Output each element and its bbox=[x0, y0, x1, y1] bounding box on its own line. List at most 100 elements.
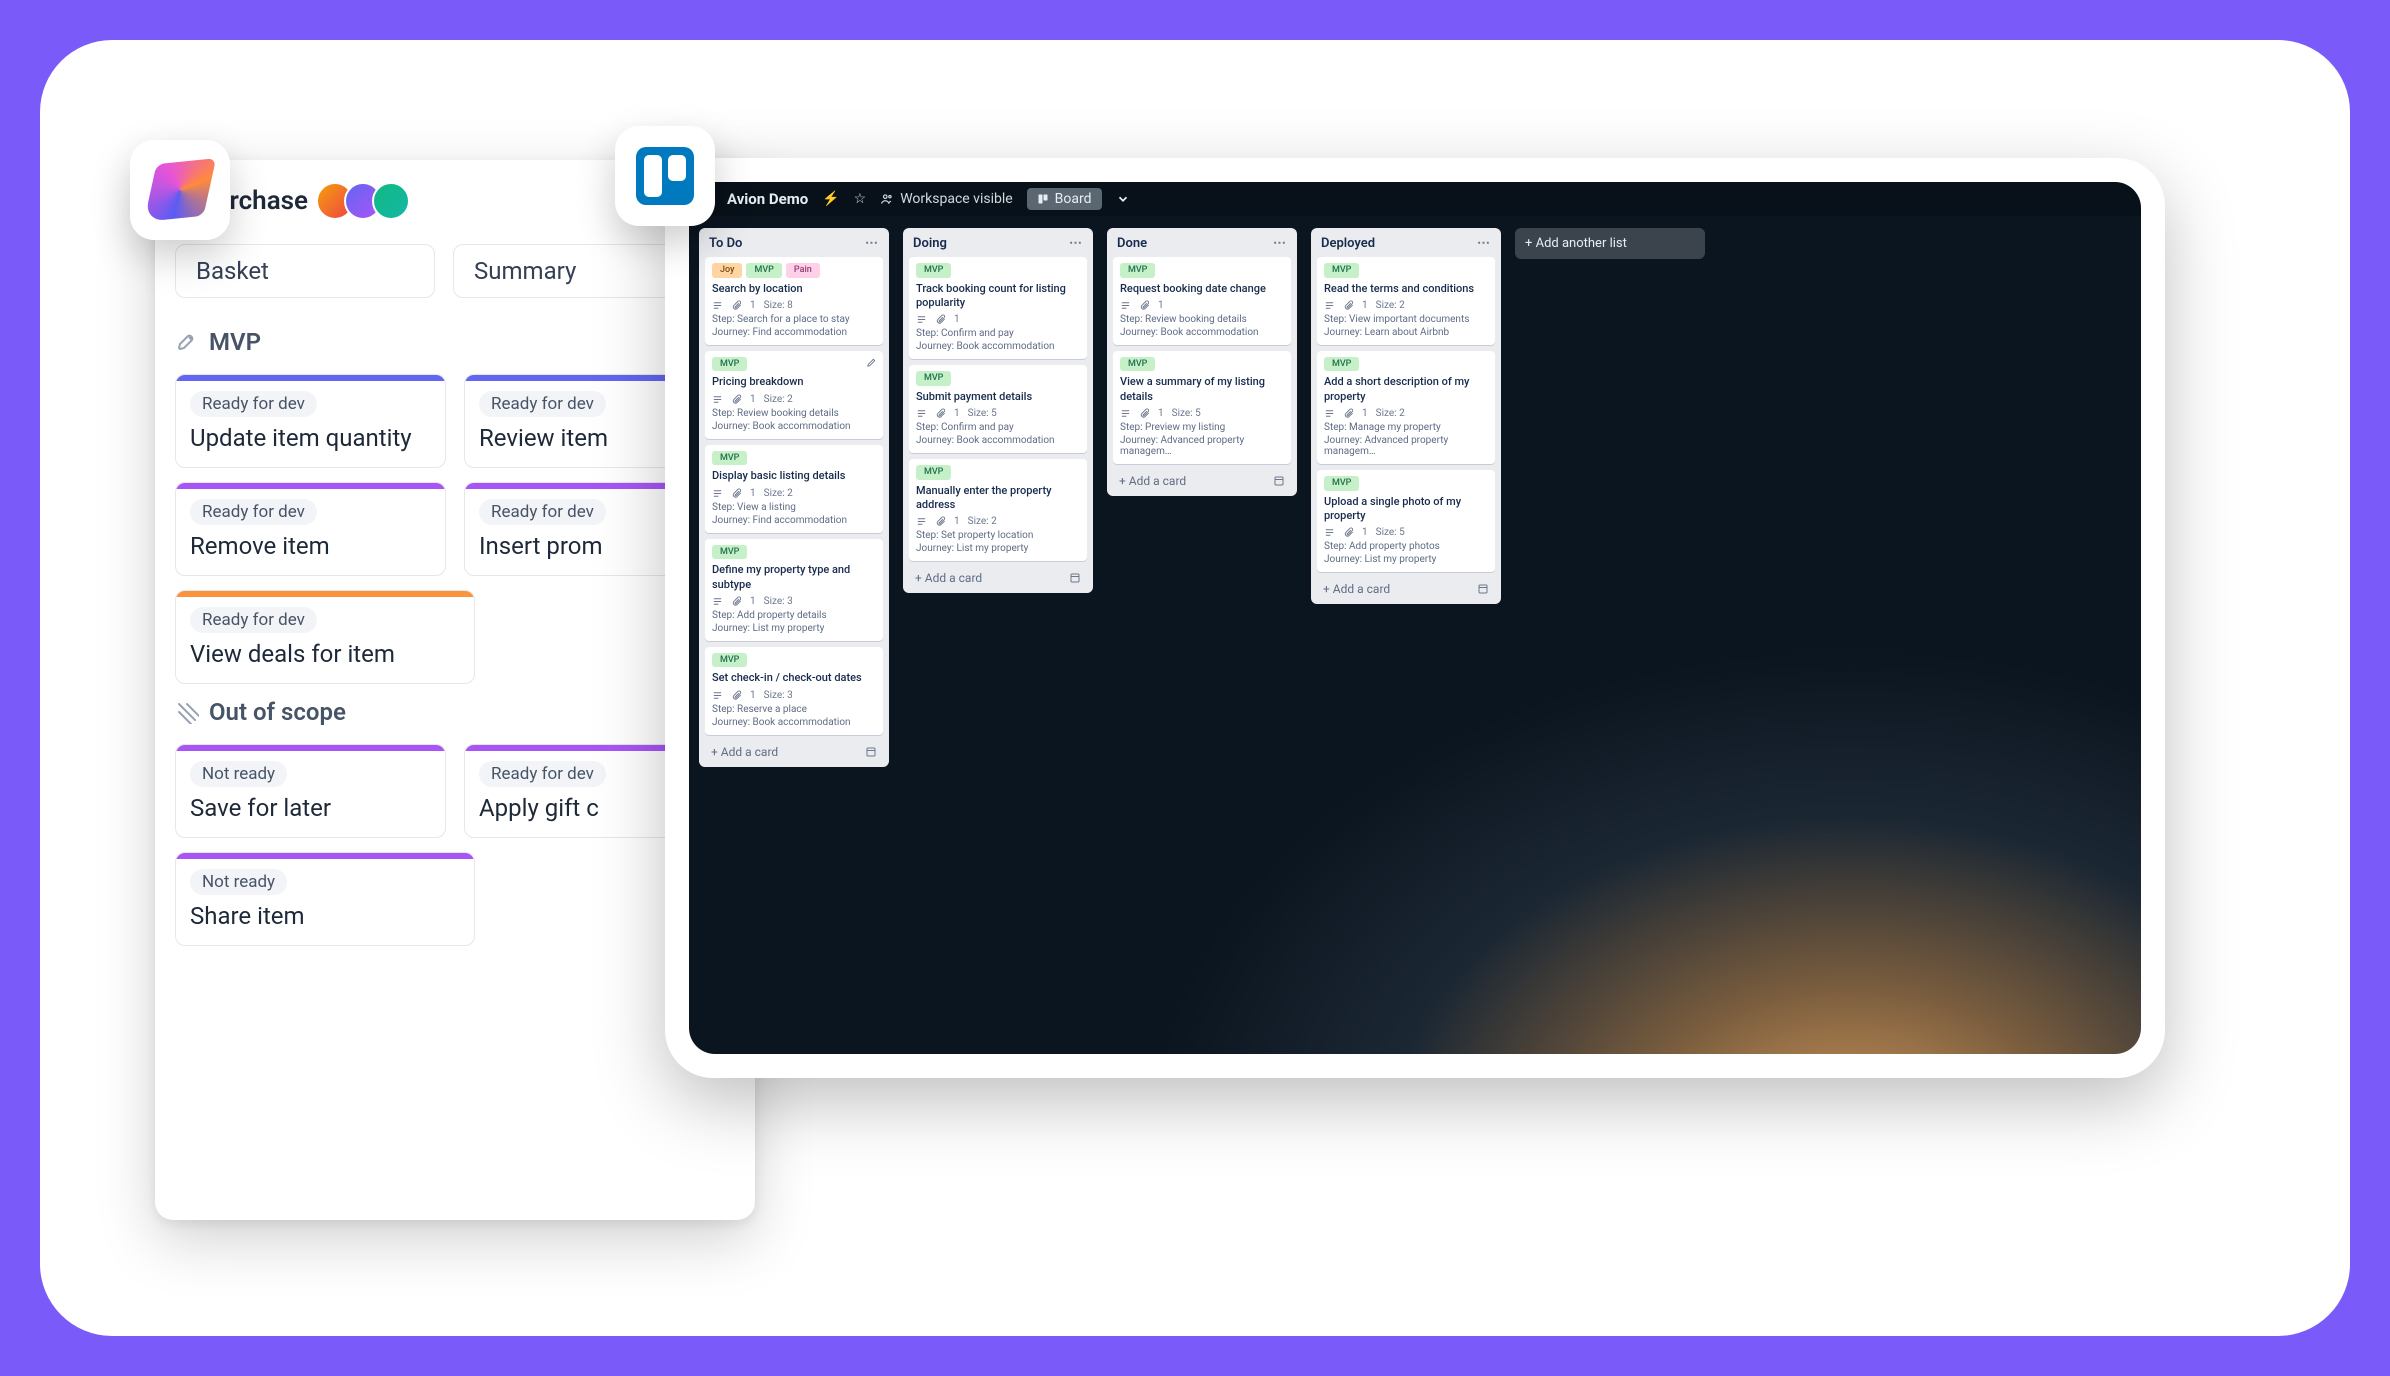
card-label[interactable]: MVP bbox=[1120, 263, 1155, 278]
card-label[interactable]: MVP bbox=[916, 465, 951, 480]
attachment-count: 1 bbox=[954, 314, 960, 325]
attachment-icon bbox=[935, 408, 946, 419]
card-meta: 1 bbox=[1120, 300, 1284, 311]
card-label[interactable]: MVP bbox=[746, 263, 781, 278]
card-title: Request booking date change bbox=[1120, 282, 1284, 296]
add-card-button[interactable]: + Add a card bbox=[909, 567, 1087, 589]
card-title: Search by location bbox=[712, 282, 876, 296]
card-labels: MVP bbox=[1324, 476, 1488, 491]
card-label[interactable]: MVP bbox=[712, 357, 747, 372]
story-card[interactable]: Ready for devView deals for item bbox=[175, 590, 475, 684]
attachment-count: 1 bbox=[954, 516, 960, 527]
trello-card[interactable]: MVPTrack booking count for listing popul… bbox=[909, 257, 1087, 359]
list-menu-icon[interactable]: ⋯ bbox=[1477, 236, 1491, 251]
story-card[interactable]: Ready for devUpdate item quantity bbox=[175, 374, 446, 468]
card-label[interactable]: MVP bbox=[1120, 357, 1155, 372]
trello-card[interactable]: MVPManually enter the property address1S… bbox=[909, 459, 1087, 561]
attachment-count: 1 bbox=[750, 596, 756, 607]
tab-basket[interactable]: Basket bbox=[175, 244, 435, 298]
list-header[interactable]: Doing ⋯ bbox=[909, 234, 1087, 251]
story-card[interactable]: Not readyShare item bbox=[175, 852, 475, 946]
story-card[interactable]: Not readySave for later bbox=[175, 744, 446, 838]
attachment-count: 1 bbox=[1362, 527, 1368, 538]
card-step: Step: Confirm and pay bbox=[916, 328, 1080, 339]
add-card-button[interactable]: + Add a card bbox=[705, 741, 883, 763]
story-title: Update item quantity bbox=[190, 423, 431, 453]
card-label[interactable]: MVP bbox=[1324, 357, 1359, 372]
trello-card[interactable]: JoyMVPPainSearch by location1Size: 8Step… bbox=[705, 257, 883, 345]
trello-list[interactable]: Done⋯MVPRequest booking date change1Step… bbox=[1107, 228, 1297, 496]
list-header[interactable]: Deployed ⋯ bbox=[1317, 234, 1495, 251]
story-card[interactable]: Ready for devRemove item bbox=[175, 482, 446, 576]
trello-card[interactable]: MVPSubmit payment details1Size: 5Step: C… bbox=[909, 365, 1087, 453]
card-label[interactable]: MVP bbox=[916, 263, 951, 278]
card-label[interactable]: MVP bbox=[1324, 476, 1359, 491]
card-label[interactable]: MVP bbox=[712, 545, 747, 560]
template-icon[interactable] bbox=[1477, 583, 1489, 595]
avatar-stack[interactable] bbox=[326, 182, 410, 220]
card-journey: Journey: Find accommodation bbox=[712, 515, 876, 526]
list-title[interactable]: To Do bbox=[709, 236, 742, 251]
card-journey: Journey: Book accommodation bbox=[712, 421, 876, 432]
trello-list[interactable]: To Do⋯JoyMVPPainSearch by location1Size:… bbox=[699, 228, 889, 767]
template-icon[interactable] bbox=[1069, 572, 1081, 584]
add-card-button[interactable]: + Add a card bbox=[1113, 470, 1291, 492]
add-list-button[interactable]: + Add another list bbox=[1515, 228, 1705, 259]
board-view-button[interactable]: Board bbox=[1027, 188, 1102, 210]
trello-list[interactable]: Doing ⋯ MVPTrack booking count for listing… bbox=[903, 228, 1093, 593]
trello-list[interactable]: Deployed ⋯ MVP Read the terms and condition… bbox=[1311, 228, 1501, 604]
trello-card[interactable]: MVPSet check-in / check-out dates1Size: … bbox=[705, 647, 883, 735]
list-menu-icon[interactable]: ⋯ bbox=[1069, 236, 1083, 251]
trello-card[interactable]: MVP Add a short description of my propert… bbox=[1317, 351, 1495, 464]
app-logo-badge bbox=[130, 140, 230, 240]
page-background: urchase Basket Summary MVPReady for devU… bbox=[0, 0, 2390, 1376]
card-label[interactable]: MVP bbox=[916, 371, 951, 386]
attachment-icon bbox=[1139, 408, 1150, 419]
card-label[interactable]: MVP bbox=[712, 653, 747, 668]
card-title: Set check-in / check-out dates bbox=[712, 671, 876, 685]
list-title[interactable]: Done bbox=[1117, 236, 1147, 251]
trello-card[interactable]: MVPUpload a single photo of my property1… bbox=[1317, 470, 1495, 572]
section-header[interactable]: Out of scope bbox=[175, 698, 735, 726]
trello-board[interactable]: To Do⋯JoyMVPPainSearch by location1Size:… bbox=[689, 216, 2141, 779]
list-title[interactable]: Deployed bbox=[1321, 236, 1375, 251]
description-icon bbox=[916, 314, 927, 325]
board-title[interactable]: Avion Demo bbox=[727, 190, 808, 208]
card-label[interactable]: Pain bbox=[786, 263, 820, 278]
template-icon[interactable] bbox=[865, 746, 877, 758]
avatar[interactable] bbox=[372, 182, 410, 220]
card-title: Manually enter the property address bbox=[916, 484, 1080, 513]
card-label[interactable]: MVP bbox=[1324, 263, 1359, 278]
trello-card[interactable]: MVPPricing breakdown1Size: 2Step: Review… bbox=[705, 351, 883, 439]
card-labels: MVP bbox=[712, 545, 876, 560]
bolt-icon[interactable]: ⚡ bbox=[822, 191, 839, 207]
trello-card[interactable]: MVPDisplay basic listing details1Size: 2… bbox=[705, 445, 883, 533]
card-title: Add a short description of my property bbox=[1324, 375, 1488, 404]
trello-card[interactable]: MVPView a summary of my listing details1… bbox=[1113, 351, 1291, 464]
attachment-count: 1 bbox=[1362, 300, 1368, 311]
list-header[interactable]: Done ⋯ bbox=[1113, 234, 1291, 251]
visibility-label: Workspace visible bbox=[900, 191, 1012, 207]
star-button[interactable]: ☆ bbox=[854, 191, 867, 207]
template-icon[interactable] bbox=[1273, 475, 1285, 487]
card-title: Read the terms and conditions bbox=[1324, 282, 1488, 296]
card-journey: Journey: List my property bbox=[916, 543, 1080, 554]
card-journey: Journey: List my property bbox=[1324, 554, 1488, 565]
list-header[interactable]: To Do ⋯ bbox=[705, 234, 883, 251]
trello-card[interactable]: MVPRead the terms and conditions1Size: 2… bbox=[1317, 257, 1495, 345]
list-menu-icon[interactable]: ⋯ bbox=[865, 236, 879, 251]
visibility-button[interactable]: Workspace visible bbox=[880, 191, 1012, 207]
list-menu-icon[interactable]: ⋯ bbox=[1273, 236, 1287, 251]
card-labels: MVP bbox=[712, 357, 876, 372]
card-label[interactable]: Joy bbox=[712, 263, 742, 278]
add-card-button[interactable]: + Add a card bbox=[1317, 578, 1495, 600]
card-journey: Journey: Learn about Airbnb bbox=[1324, 327, 1488, 338]
section-header[interactable]: MVP bbox=[175, 328, 735, 356]
trello-card[interactable]: MVPDefine my property type and subtype1S… bbox=[705, 539, 883, 641]
chevron-down-icon[interactable] bbox=[1116, 192, 1130, 206]
edit-icon[interactable] bbox=[866, 357, 877, 368]
trello-card[interactable]: MVPRequest booking date change1Step: Rev… bbox=[1113, 257, 1291, 345]
story-title: Share item bbox=[190, 901, 460, 931]
card-label[interactable]: MVP bbox=[712, 451, 747, 466]
list-title[interactable]: Doing bbox=[913, 236, 947, 251]
